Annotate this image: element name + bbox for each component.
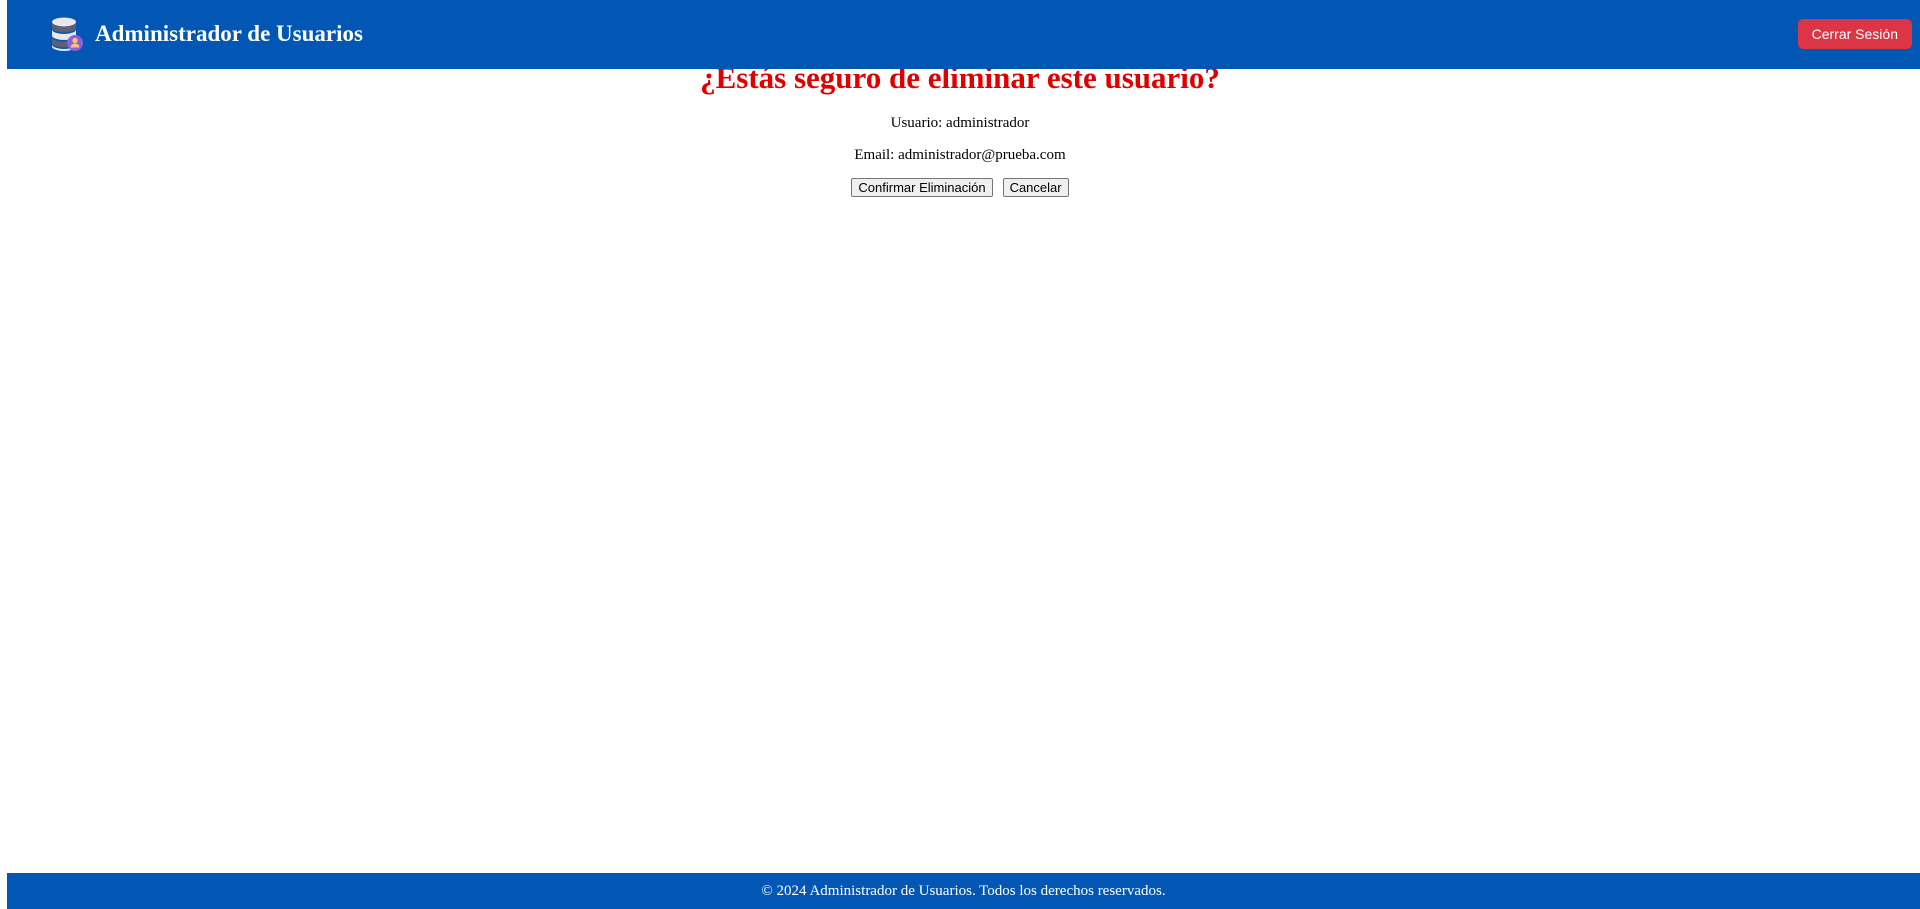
logout-button[interactable]: Cerrar Sesión — [1797, 19, 1912, 49]
username-detail: Usuario: administrador — [890, 115, 1030, 131]
database-user-icon — [52, 17, 83, 51]
brand: Administrador de Usuarios — [50, 16, 363, 52]
action-buttons: Confirmar Eliminación Cancelar — [0, 178, 1920, 197]
cancel-button[interactable]: Cancelar — [1002, 178, 1069, 197]
app-title: Administrador de Usuarios — [95, 21, 363, 46]
page: Administrador de Usuarios Cerrar Sesión … — [0, 0, 1920, 909]
email-detail: Email: administrador@prueba.com — [854, 147, 1066, 163]
delete-confirmation: ¿Estás seguro de eliminar este usuario? … — [0, 50, 1920, 197]
footer: © 2024 Administrador de Usuarios. Todos … — [7, 873, 1920, 909]
top-navbar: Administrador de Usuarios Cerrar Sesión — [7, 0, 1920, 69]
footer-copyright: © 2024 Administrador de Usuarios. Todos … — [761, 882, 1166, 899]
confirm-delete-button[interactable]: Confirmar Eliminación — [851, 178, 993, 197]
